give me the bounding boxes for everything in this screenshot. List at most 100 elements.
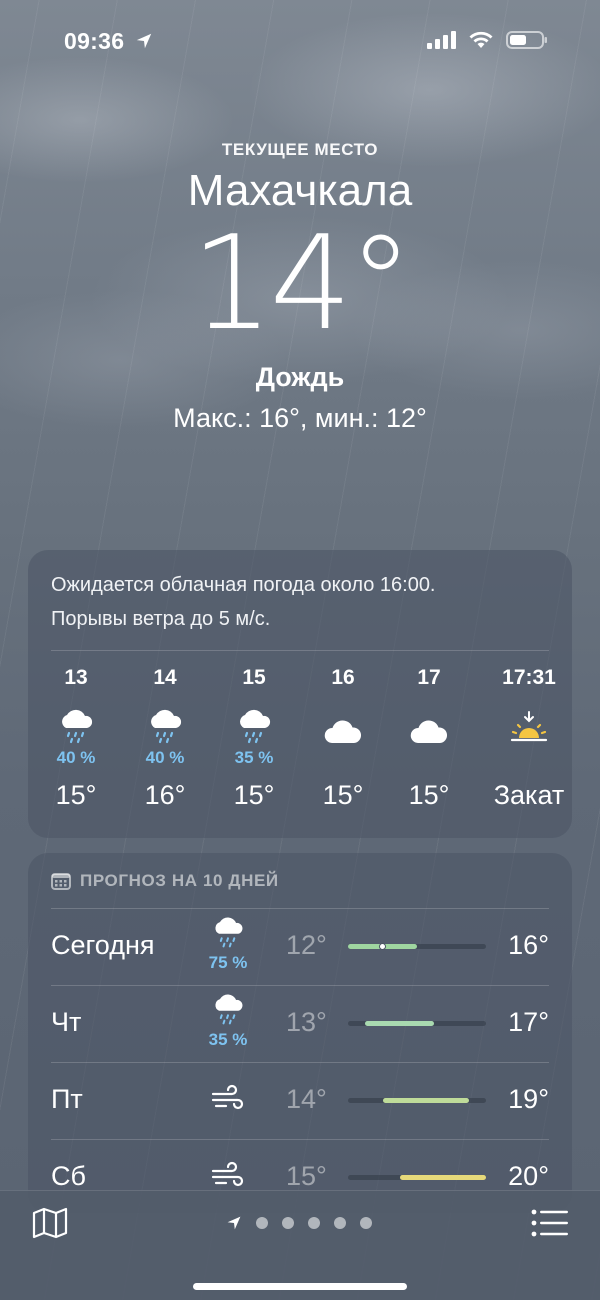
list-button[interactable] <box>531 1209 569 1237</box>
day-name: Сегодня <box>51 930 155 960</box>
cloud-rain-icon <box>151 709 182 744</box>
day-max-temp: 19° <box>508 1084 549 1114</box>
hourly-forecast-card[interactable]: Ожидается облачная погода около 16:00. П… <box>28 550 572 838</box>
sunset-icon <box>510 711 548 742</box>
hourly-item: 13 40 % 15° <box>31 666 121 811</box>
precip-probability: 75 % <box>208 953 248 972</box>
hourly-item: 17:31 Закат <box>484 666 574 811</box>
day-name: Чт <box>51 1007 82 1037</box>
hour-icon-wrap <box>484 706 574 746</box>
page-dot[interactable] <box>360 1217 372 1229</box>
hour-temperature: 15° <box>55 780 97 810</box>
hourly-scroll[interactable]: 13 40 % 15° 14 40 % 16° 15 35 % 15° 16 15° 17 15° 17:… <box>28 666 572 826</box>
divider <box>51 1139 549 1140</box>
status-bar: 09:36 <box>0 0 600 80</box>
current-weather-header: ТЕКУЩЕЕ МЕСТО Махачкала 14° Дождь Макс.:… <box>0 140 600 434</box>
temp-range-bar <box>348 1175 486 1180</box>
temp-range-bar <box>348 1021 486 1026</box>
hour-temperature: Закат <box>493 780 565 810</box>
page-dot[interactable] <box>334 1217 346 1229</box>
page-indicator[interactable] <box>226 1215 372 1231</box>
temp-range-bar <box>348 1098 486 1103</box>
hourly-item: 17 15° <box>384 666 474 811</box>
precip-probability: 35 % <box>208 1030 248 1049</box>
summary-line: Порывы ветра до 5 м/с. <box>51 608 271 630</box>
day-min-temp: 12° <box>286 930 327 960</box>
hour-icon-wrap <box>209 706 299 746</box>
precip-probability: 40 % <box>145 748 185 767</box>
precip-probability: 35 % <box>234 748 274 767</box>
day-min-temp: 15° <box>286 1161 327 1191</box>
forecast-summary: Ожидается облачная погода около 16:00. П… <box>28 550 572 636</box>
page-dot[interactable] <box>308 1217 320 1229</box>
cloud-rain-icon <box>215 994 243 1025</box>
hour-temperature: 16° <box>144 780 186 810</box>
day-max-temp: 16° <box>508 930 549 960</box>
temp-range-fill <box>399 1175 486 1180</box>
hour-icon-wrap <box>31 706 121 746</box>
wifi-icon <box>469 31 493 48</box>
precip-probability <box>484 748 574 770</box>
temp-range-bar <box>348 943 486 950</box>
current-temperature: 14° <box>190 207 413 359</box>
daily-row[interactable]: Чт 35 % 13° 17° <box>28 985 572 1061</box>
current-temp-marker <box>379 943 386 950</box>
cloud-icon <box>410 720 448 743</box>
wind-icon <box>211 1161 244 1187</box>
hourly-item: 15 35 % 15° <box>209 666 299 811</box>
cloud-rain-icon <box>240 709 271 744</box>
cloud-rain-icon <box>215 917 243 948</box>
day-min-temp: 14° <box>286 1084 327 1114</box>
hour-temperature: 15° <box>233 780 275 810</box>
hour-icon-wrap <box>384 706 474 746</box>
calendar-icon <box>51 873 71 890</box>
location-arrow-icon <box>136 33 152 49</box>
daily-row[interactable]: Сегодня 75 % 12° 16° <box>28 908 572 984</box>
day-max-temp: 20° <box>508 1161 549 1191</box>
cellular-signal-icon <box>427 31 456 49</box>
precip-probability: 40 % <box>56 748 96 767</box>
daily-forecast-card[interactable]: ПРОГНОЗ НА 10 ДНЕЙ Сегодня 75 % 12° 16° Чт 35… <box>28 853 572 1213</box>
hour-temperature: 15° <box>322 780 364 810</box>
daily-row[interactable]: Пт 14° 19° <box>28 1062 572 1138</box>
hour-time: 13 <box>64 666 88 689</box>
hour-time: 17 <box>417 666 441 689</box>
status-time: 09:36 <box>64 28 153 55</box>
home-indicator[interactable] <box>193 1283 407 1290</box>
hour-icon-wrap <box>120 706 210 746</box>
hour-time: 15 <box>242 666 266 689</box>
wind-icon <box>211 1084 244 1110</box>
bottom-toolbar <box>0 1190 600 1300</box>
precip-probability <box>298 748 388 770</box>
temp-range-fill <box>365 1021 435 1026</box>
day-icon-wrap: 35 % <box>204 991 252 1050</box>
daily-forecast-header: ПРОГНОЗ НА 10 ДНЕЙ <box>51 871 279 891</box>
cloud-icon <box>324 720 362 743</box>
divider <box>51 985 549 986</box>
page-dot[interactable] <box>282 1217 294 1229</box>
day-min-temp: 13° <box>286 1007 327 1037</box>
daily-forecast-title: ПРОГНОЗ НА 10 ДНЕЙ <box>80 871 279 890</box>
status-indicators <box>426 30 548 50</box>
hour-icon-wrap <box>298 706 388 746</box>
weather-condition: Дождь <box>255 362 345 392</box>
clock: 09:36 <box>64 28 125 54</box>
temp-range-fill <box>382 1098 469 1103</box>
map-icon <box>32 1207 68 1239</box>
day-name: Сб <box>51 1161 86 1191</box>
hourly-item: 14 40 % 16° <box>120 666 210 811</box>
hour-time: 14 <box>153 666 177 689</box>
hourly-item: 16 15° <box>298 666 388 811</box>
current-location-label: ТЕКУЩЕЕ МЕСТО <box>221 140 379 159</box>
map-button[interactable] <box>31 1207 69 1239</box>
day-icon-wrap: 75 % <box>204 914 252 973</box>
location-arrow-icon <box>227 1216 241 1230</box>
list-icon <box>531 1209 568 1237</box>
divider <box>51 908 549 909</box>
divider <box>51 1062 549 1063</box>
page-dot[interactable] <box>256 1217 268 1229</box>
hour-temperature: 15° <box>408 780 450 810</box>
day-name: Пт <box>51 1084 83 1114</box>
day-icon-wrap <box>204 1084 252 1119</box>
hour-time: 17:31 <box>502 666 556 689</box>
